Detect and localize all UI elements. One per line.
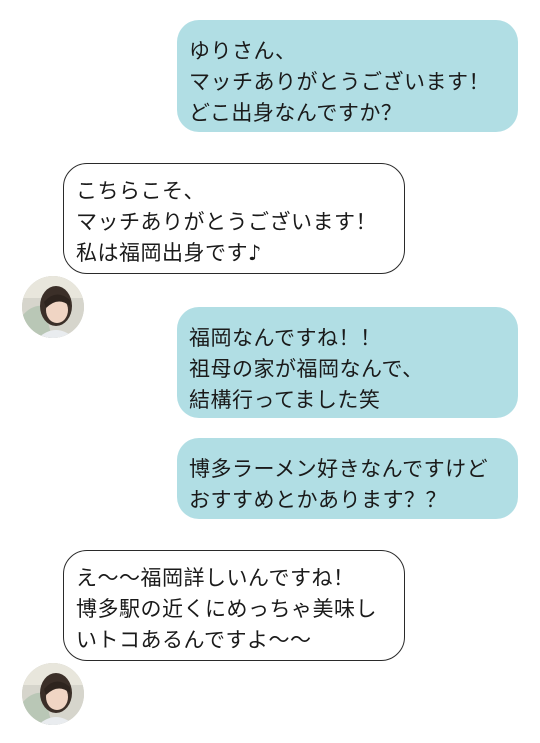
message-line: ゆりさん、: [189, 39, 297, 63]
message-line: 福岡なんですね！！: [189, 326, 382, 350]
message-line: こちらこそ、: [76, 179, 205, 203]
profile-photo-avatar-icon: [22, 663, 84, 725]
message-bubble-sent: 博多ラーメン好きなんですけど おすすめとかあります？？: [177, 438, 518, 519]
message-bubble-sent: ゆりさん、 マッチありがとうございます！ どこ出身なんですか？: [177, 20, 518, 132]
message-bubble-received: え〜〜福岡詳しいんですね！ 博多駅の近くにめっちゃ美味し いトコあるんですよ〜〜: [63, 550, 405, 661]
message-line: マッチありがとうございます！: [76, 210, 377, 234]
message-line: 博多ラーメン好きなんですけど: [189, 457, 489, 481]
message-bubble-received: こちらこそ、 マッチありがとうございます！ 私は福岡出身です♪: [63, 163, 405, 274]
message-line: どこ出身なんですか？: [189, 101, 403, 125]
message-line: おすすめとかあります？？: [189, 488, 447, 512]
message-bubble-sent: 福岡なんですね！！ 祖母の家が福岡なんで、 結構行ってました笑: [177, 307, 518, 418]
message-line: マッチありがとうございます！: [189, 70, 490, 94]
message-line: え〜〜福岡詳しいんですね！: [76, 566, 355, 590]
message-line: いトコあるんですよ〜〜: [76, 628, 312, 652]
avatar[interactable]: [22, 663, 84, 725]
message-line: 祖母の家が福岡なんで、: [189, 357, 424, 381]
message-line: 結構行ってました笑: [189, 388, 381, 412]
profile-photo-avatar-icon: [22, 276, 84, 338]
message-line: 博多駅の近くにめっちゃ美味し: [76, 597, 377, 621]
message-line: 私は福岡出身です♪: [76, 241, 262, 265]
avatar[interactable]: [22, 276, 84, 338]
